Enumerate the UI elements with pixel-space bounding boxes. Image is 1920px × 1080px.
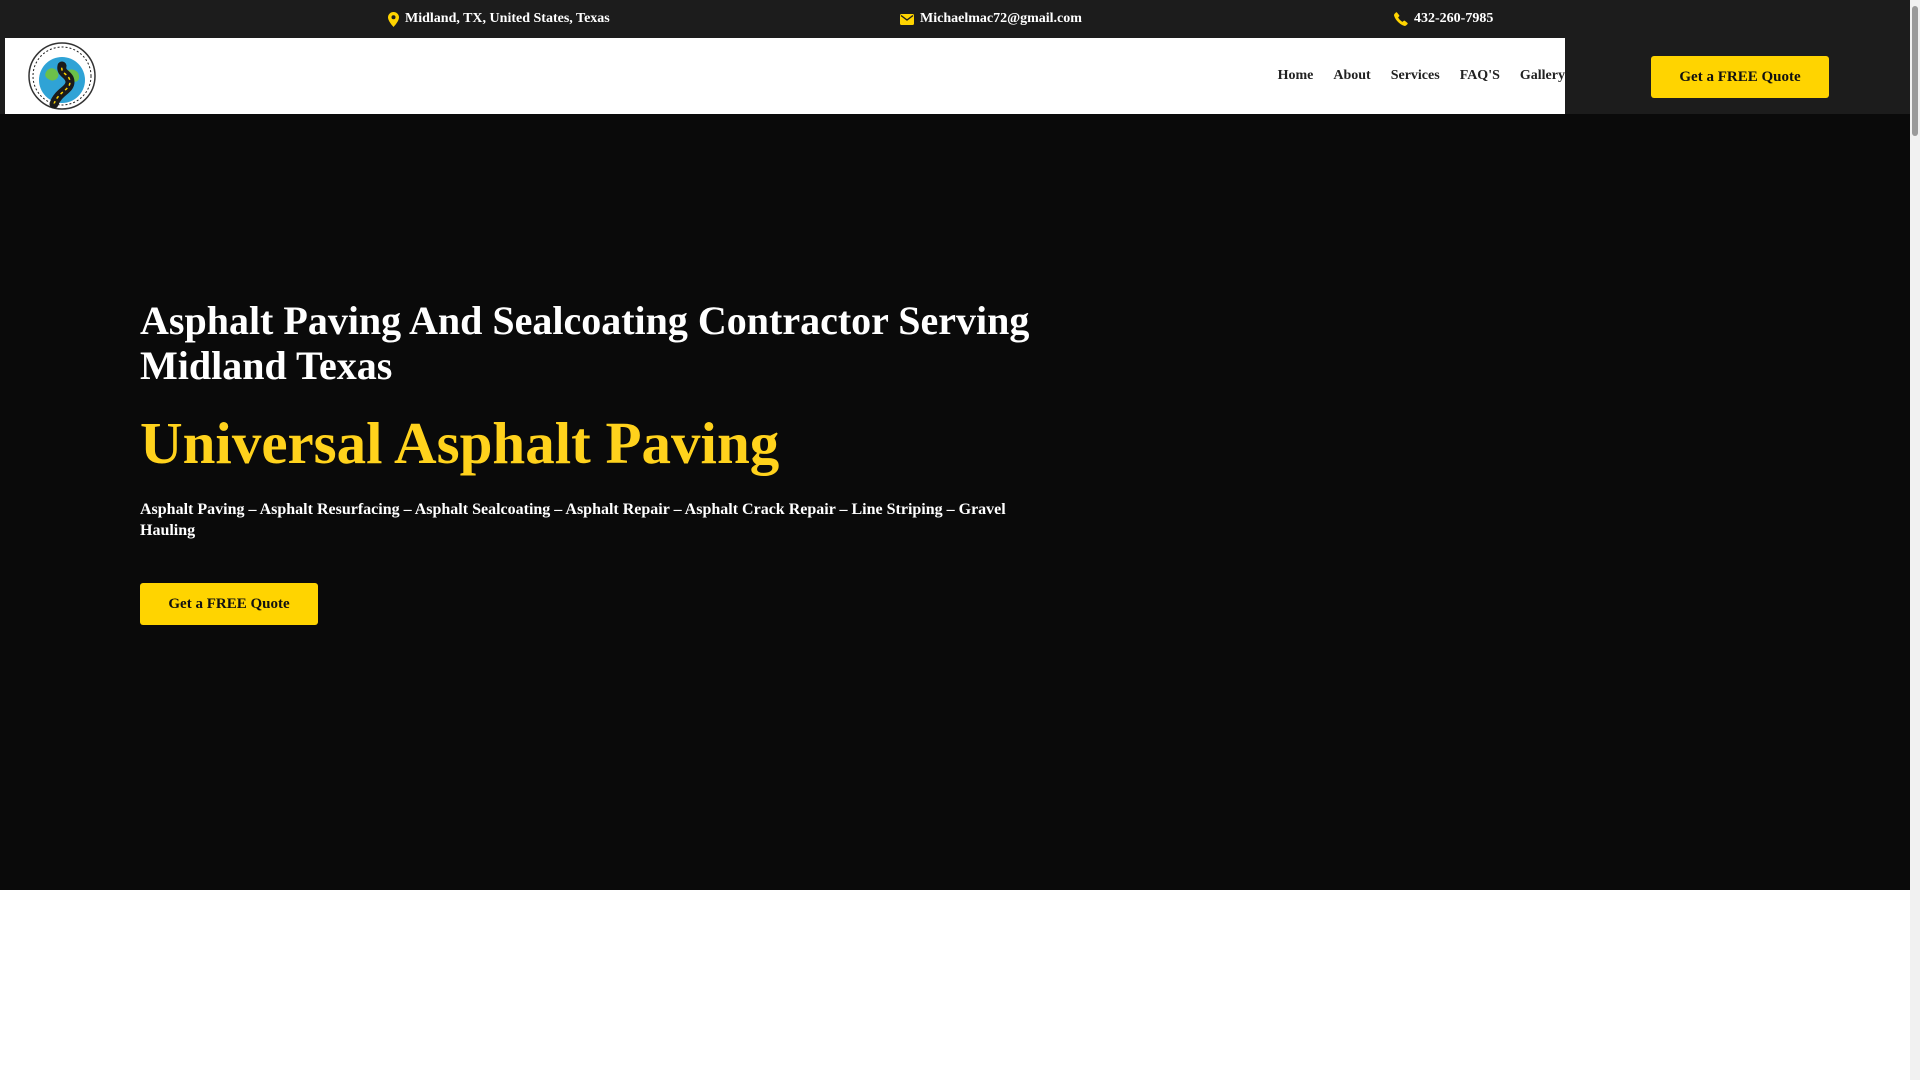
- nav-gallery[interactable]: Gallery: [1520, 68, 1565, 84]
- hero-heading: Asphalt Paving And Sealcoating Contracto…: [140, 298, 1030, 388]
- phone-info[interactable]: 432-260-7985: [1394, 0, 1493, 38]
- universal-asphalt-paving-logo-icon: [28, 42, 96, 110]
- phone-icon: [1394, 12, 1408, 26]
- nav-about[interactable]: About: [1333, 68, 1370, 84]
- page-scrollbar[interactable]: [1910, 0, 1920, 1080]
- map-marker-icon: [388, 11, 399, 27]
- top-info-bar: Midland, TX, United States, Texas Michae…: [0, 0, 1910, 38]
- hero-free-quote-button[interactable]: Get a FREE Quote: [140, 583, 318, 625]
- nav-home[interactable]: Home: [1278, 68, 1314, 84]
- hero-services-list: Asphalt Paving – Asphalt Resurfacing – A…: [140, 501, 1006, 539]
- nav-faqs[interactable]: FAQ'S: [1460, 68, 1500, 84]
- location-text: Midland, TX, United States, Texas: [405, 11, 610, 26]
- email-link[interactable]: Michaelmac72@gmail.com: [920, 11, 1082, 27]
- main-nav: Home About Services FAQ'S Gallery: [1278, 38, 1565, 114]
- phone-link[interactable]: 432-260-7985: [1414, 11, 1493, 27]
- location-info: Midland, TX, United States, Texas: [388, 0, 610, 38]
- header-free-quote-button[interactable]: Get a FREE Quote: [1651, 56, 1829, 98]
- nav-services[interactable]: Services: [1391, 68, 1440, 84]
- hero-section: Asphalt Paving And Sealcoating Contracto…: [0, 114, 1910, 890]
- envelope-icon: [900, 13, 914, 25]
- site-logo[interactable]: [24, 40, 100, 112]
- scrollbar-thumb[interactable]: [1912, 6, 1918, 136]
- hero-brand-name: Universal Asphalt Paving: [140, 410, 780, 476]
- email-info[interactable]: Michaelmac72@gmail.com: [900, 0, 1082, 38]
